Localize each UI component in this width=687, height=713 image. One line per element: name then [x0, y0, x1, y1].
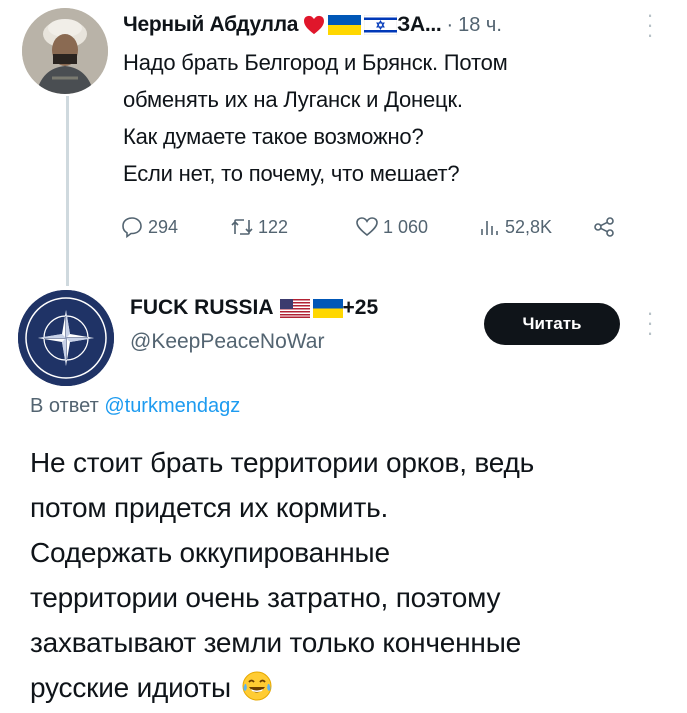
reply-context: В ответ @turkmendagz [30, 395, 240, 418]
tweet-text-line: Как думаете такое возможно? [123, 124, 424, 149]
avatar[interactable] [18, 290, 114, 386]
author-name[interactable]: Черный Абдулла [123, 13, 298, 37]
ukraine-flag-icon [328, 15, 362, 35]
follow-button[interactable]: Читать [484, 303, 620, 345]
tweet-parent[interactable]: Черный Абдулла ЗА... · 18 ч. · · · Надо бр… [0, 0, 687, 286]
thread-line [66, 96, 69, 286]
more-vertical-icon[interactable]: · · · [645, 302, 655, 344]
tweet-text-line: Надо брать Белгород и Брянск. Потом [123, 50, 508, 75]
timestamp[interactable]: 18 ч. [458, 14, 502, 37]
views-chart-icon [481, 221, 498, 235]
tweet-text-line: потом придется их кормить. [30, 492, 389, 523]
tweet-text-line: Содержать оккупированные [30, 537, 390, 568]
separator: · [446, 13, 454, 36]
author-name-suffix: +25 [342, 296, 379, 319]
tweet-text: Надо брать Белгород и Брянск. Потом обме… [123, 44, 508, 192]
heart-emoji-icon [304, 15, 325, 35]
tweet-text-line: Если нет, то почему, что мешает? [123, 161, 460, 186]
author-name[interactable]: FUCK RUSSIA [130, 296, 274, 320]
like-button[interactable]: 1 060 [355, 215, 477, 239]
author-header: FUCK RUSSIA +25 [130, 296, 378, 320]
reply-icon [122, 217, 142, 239]
share-icon [594, 217, 614, 237]
retweet-icon [231, 219, 253, 235]
more-vertical-icon[interactable]: · · · [645, 4, 655, 46]
israel-flag-icon [364, 15, 398, 35]
author-name-suffix: ЗА... [397, 13, 442, 36]
tweet-text-line: захватывают земли только конченные [30, 627, 521, 658]
reply-button[interactable]: 294 [120, 215, 230, 239]
reply-count: 294 [148, 216, 179, 237]
views-count: 52,8K [505, 216, 553, 237]
retweet-count: 122 [258, 216, 289, 237]
tweet-text-line-last: русские идиоты [30, 665, 534, 710]
ukraine-flag-icon [312, 298, 343, 318]
reply-handle-link[interactable]: @turkmendagz [104, 395, 240, 417]
tweet-text: Не стоит брать территории орков, ведь по… [30, 440, 534, 710]
tweet-header: Черный Абдулла ЗА... · 18 ч. [123, 10, 502, 40]
like-count: 1 060 [383, 216, 429, 237]
action-bar: 294 122 1 060 52,8K [120, 212, 616, 242]
views-button[interactable]: 52,8K [477, 215, 592, 239]
avatar[interactable] [22, 8, 108, 94]
tweet-text-line: Не стоит брать территории орков, ведь [30, 447, 534, 478]
tweet-text-line: территории очень затратно, поэтому [30, 582, 501, 613]
tears-of-joy-emoji-icon [242, 671, 272, 701]
share-button[interactable] [592, 215, 616, 239]
retweet-button[interactable]: 122 [230, 215, 355, 239]
like-heart-icon [356, 217, 378, 237]
tweet-text-line: русские идиоты [30, 672, 231, 703]
reply-prefix: В ответ [30, 395, 99, 417]
nato-emblem-icon [18, 290, 114, 386]
author-handle[interactable]: @KeepPeaceNoWar [130, 330, 324, 354]
avatar-photo-icon [22, 8, 108, 94]
tweet-text-line: обменять их на Луганск и Донецк. [123, 87, 463, 112]
usa-flag-icon [279, 298, 310, 318]
